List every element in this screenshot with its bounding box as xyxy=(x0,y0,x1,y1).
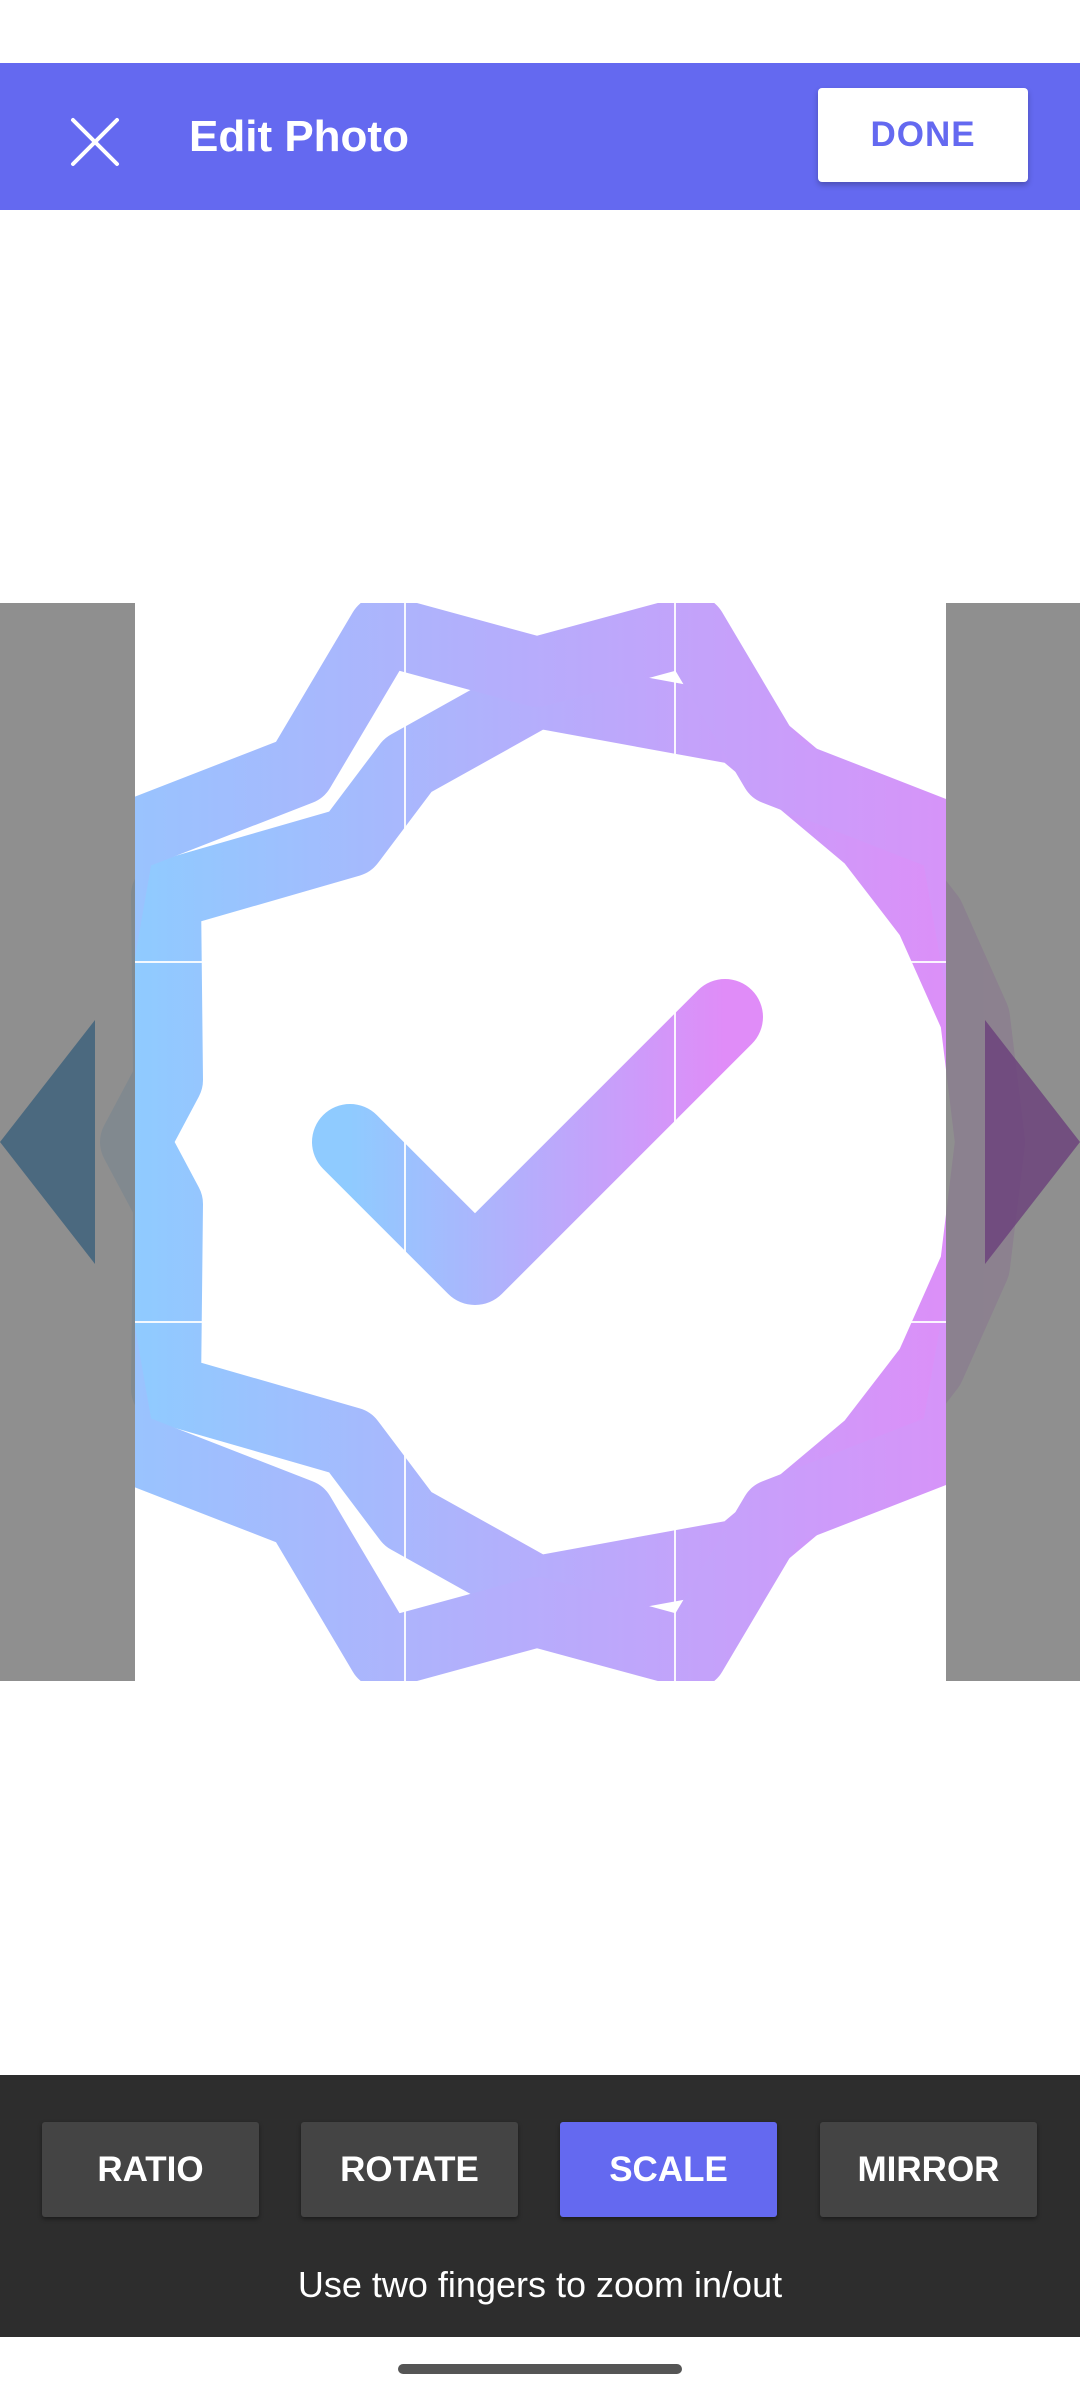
app-bar: Edit Photo DONE xyxy=(0,63,1080,210)
home-indicator[interactable] xyxy=(398,2364,682,2374)
edit-tools-panel: RATIO ROTATE SCALE MIRROR Use two finger… xyxy=(0,2075,1080,2337)
scale-button[interactable]: SCALE xyxy=(560,2122,777,2217)
close-icon xyxy=(71,118,119,166)
page-title: Edit Photo xyxy=(189,112,409,161)
rotate-button[interactable]: ROTATE xyxy=(301,2122,518,2217)
ratio-button[interactable]: RATIO xyxy=(42,2122,259,2217)
close-button[interactable] xyxy=(60,107,130,177)
mirror-button[interactable]: MIRROR xyxy=(820,2122,1037,2217)
hint-text: Use two fingers to zoom in/out xyxy=(297,2264,783,2305)
navigation-bar xyxy=(0,2337,1080,2400)
photo-image xyxy=(0,603,1080,1681)
done-button[interactable]: DONE xyxy=(818,88,1028,182)
photo-editor-canvas[interactable] xyxy=(0,210,1080,2075)
verified-badge-icon xyxy=(100,603,1025,1681)
status-bar xyxy=(0,0,1080,63)
